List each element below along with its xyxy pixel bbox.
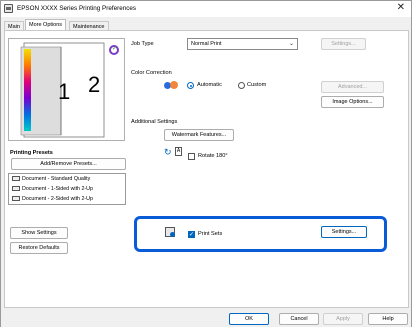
job-type-settings-button[interactable]: Settings...	[321, 38, 366, 50]
advanced-button[interactable]: Advanced...	[321, 81, 384, 93]
close-icon[interactable]: ✕	[397, 3, 405, 13]
print-sets-checkbox[interactable]: ✓	[188, 231, 195, 238]
additional-settings-label: Additional Settings	[131, 119, 178, 125]
rotate-icon: ↻	[164, 147, 172, 157]
show-settings-button[interactable]: Show Settings	[10, 227, 68, 239]
job-type-label: Job Type	[131, 41, 154, 47]
image-options-button[interactable]: Image Options...	[321, 96, 384, 108]
color-dot-orange-icon	[170, 81, 178, 89]
rotate-180-checkbox[interactable]	[188, 153, 195, 160]
apply-button[interactable]: Apply	[323, 313, 363, 325]
automatic-label: Automatic	[197, 82, 222, 88]
preview-page-one: 1	[58, 79, 71, 104]
cancel-button[interactable]: Cancel	[279, 313, 319, 325]
printer-icon	[4, 4, 13, 13]
print-sets-icon	[165, 227, 175, 237]
printing-presets-label: Printing Presets	[10, 150, 53, 156]
list-item[interactable]: Document - 1-Sided with 2-Up	[12, 186, 93, 192]
document-icon	[12, 186, 20, 191]
window-title: EPSON XXXX Series Printing Preferences	[17, 5, 136, 12]
list-item[interactable]: Document - Standard Quality	[12, 176, 90, 182]
restore-defaults-button[interactable]: Restore Defaults	[10, 242, 68, 254]
rotate-180-label: Rotate 180°	[198, 153, 228, 159]
tab-bar: Main More Options Maintenance	[1, 17, 411, 31]
printing-preferences-window: EPSON XXXX Series Printing Preferences ✕…	[0, 0, 412, 327]
print-sets-label: Print Sets	[198, 231, 223, 237]
page-a-icon: A	[175, 147, 182, 156]
ok-button[interactable]: OK	[229, 313, 269, 325]
title-bar: EPSON XXXX Series Printing Preferences ✕	[1, 1, 411, 17]
add-remove-presets-button[interactable]: Add/Remove Presets...	[11, 158, 126, 170]
automatic-radio[interactable]	[187, 82, 194, 89]
dialog-footer: OK Cancel Apply Help	[1, 309, 411, 327]
list-item[interactable]: Document - 2-Sided with 2-Up	[12, 196, 93, 202]
job-type-select[interactable]: Normal Print ⌄	[187, 38, 298, 50]
presets-list: Document - Standard Quality Document - 1…	[8, 173, 126, 205]
preview-page-two: 2	[88, 72, 101, 97]
custom-label: Custom	[247, 82, 267, 88]
print-sets-settings-button[interactable]: Settings...	[321, 226, 367, 238]
job-type-value: Normal Print	[191, 41, 222, 47]
color-status-icon: ✓	[109, 45, 119, 55]
watermark-features-button[interactable]: Watermark Features...	[164, 129, 234, 141]
custom-radio[interactable]	[238, 82, 245, 89]
color-correction-label: Color Correction	[131, 70, 172, 76]
help-button[interactable]: Help	[368, 313, 408, 325]
document-icon	[12, 176, 20, 181]
print-preview: 1 2	[8, 38, 125, 141]
document-icon	[12, 196, 20, 201]
chevron-down-icon: ⌄	[288, 41, 294, 47]
